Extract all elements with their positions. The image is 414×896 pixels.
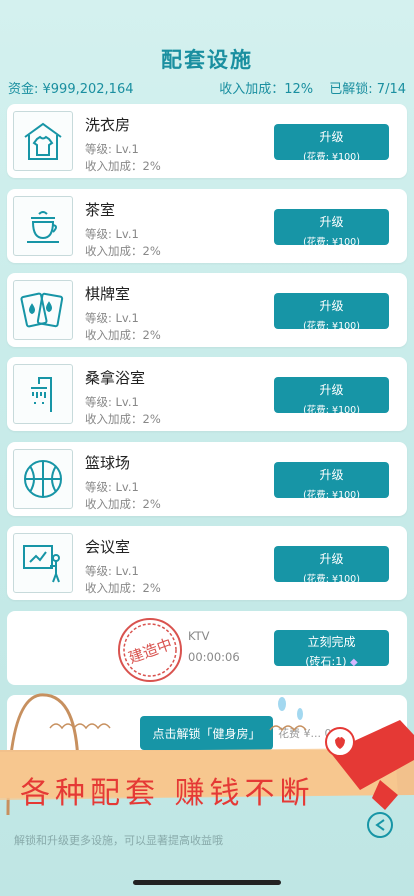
upgrade-button-sauna[interactable]: 升级 (花费: ¥100) — [274, 377, 389, 416]
upgrade-cost: (花费: ¥100) — [303, 152, 360, 163]
finish-now-button[interactable]: 立刻完成 (砖石:1) ◆ — [274, 630, 389, 669]
finish-cost: (砖石:1) — [305, 655, 347, 668]
upgrade-button-meeting[interactable]: 升级 (花费: ¥100) — [274, 546, 389, 585]
facility-income: 收入加成：2% — [85, 412, 161, 426]
facility-name: 棋牌室 — [85, 285, 131, 303]
facility-name: 洗衣房 — [85, 116, 131, 134]
gem-icon: ◆ — [350, 657, 358, 668]
income-bonus-label: 收入加成：12% — [219, 82, 314, 97]
facility-level: 等级: Lv.1 — [85, 564, 139, 578]
facility-name: 会议室 — [85, 538, 131, 556]
build-timer: 00:00:06 — [188, 650, 240, 664]
facility-name: 茶室 — [85, 201, 116, 219]
facility-level: 等级: Lv.1 — [85, 480, 139, 494]
facility-card-laundry: 洗衣房 等级: Lv.1 收入加成：2% 升级 (花费: ¥100) — [7, 104, 407, 178]
building-name: KTV — [188, 629, 210, 643]
facility-level: 等级: Lv.1 — [85, 311, 139, 325]
facility-level: 等级: Lv.1 — [85, 227, 139, 241]
shower-icon — [13, 364, 73, 424]
upgrade-label: 升级 — [319, 552, 344, 566]
facility-card-tea: 茶室 等级: Lv.1 收入加成：2% 升级 (花费: ¥100) — [7, 189, 407, 263]
facility-level: 等级: Lv.1 — [85, 395, 139, 409]
stamp-text: 建造中 — [126, 635, 174, 667]
facility-income: 收入加成：2% — [85, 497, 161, 511]
upgrade-cost: (花费: ¥100) — [303, 490, 360, 501]
upgrade-label: 升级 — [319, 299, 344, 313]
finish-label: 立刻完成 — [307, 635, 356, 649]
facility-card-basketball: 篮球场 等级: Lv.1 收入加成：2% 升级 (花费: ¥100) — [7, 442, 407, 516]
upgrade-button-laundry[interactable]: 升级 (花费: ¥100) — [274, 124, 389, 163]
footer-hint: 解锁和升级更多设施，可以显著提高收益哦 — [14, 834, 223, 847]
upgrade-cost: (花费: ¥100) — [303, 405, 360, 416]
upgrade-label: 升级 — [319, 383, 344, 397]
presentation-board-icon — [13, 533, 73, 593]
finish-cost-row: (砖石:1) ◆ — [274, 653, 389, 669]
stats-bar: 资金: ¥999,202,164 收入加成：12% 已解锁: 7/14 — [8, 78, 406, 97]
unlocked-count-label: 已解锁: 7/14 — [329, 82, 406, 97]
upgrade-cost: (花费: ¥100) — [303, 574, 360, 585]
facility-card-meeting: 会议室 等级: Lv.1 收入加成：2% 升级 (花费: ¥100) — [7, 526, 407, 600]
facility-income: 收入加成：2% — [85, 244, 161, 258]
facility-card-chess: 棋牌室 等级: Lv.1 收入加成：2% 升级 (花费: ¥100) — [7, 273, 407, 347]
facility-income: 收入加成：2% — [85, 159, 161, 173]
facility-income: 收入加成：2% — [85, 328, 161, 342]
basketball-icon — [13, 449, 73, 509]
facility-name: 桑拿浴室 — [85, 369, 146, 387]
under-construction-stamp: 建造中 — [115, 615, 185, 685]
building-card-ktv: 建造中 KTV 00:00:06 立刻完成 (砖石:1) ◆ — [7, 611, 407, 685]
promo-banner-graphic — [0, 693, 414, 838]
upgrade-label: 升级 — [319, 468, 344, 482]
upgrade-cost: (花费: ¥100) — [303, 321, 360, 332]
upgrade-button-tea[interactable]: 升级 (花费: ¥100) — [274, 209, 389, 248]
home-indicator — [133, 880, 281, 885]
facility-card-sauna: 桑拿浴室 等级: Lv.1 收入加成：2% 升级 (花费: ¥100) — [7, 357, 407, 431]
funds-label: 资金: ¥999,202,164 — [8, 82, 134, 97]
upgrade-label: 升级 — [319, 130, 344, 144]
tea-cup-icon — [13, 196, 73, 256]
promo-banner-text: 各种配套 赚钱不断 — [20, 776, 315, 811]
upgrade-button-chess[interactable]: 升级 (花费: ¥100) — [274, 293, 389, 332]
playing-cards-icon — [13, 280, 73, 340]
laundry-shirt-icon — [13, 111, 73, 171]
page-title: 配套设施 — [161, 48, 253, 72]
stats-right: 收入加成：12% 已解锁: 7/14 — [207, 78, 406, 97]
upgrade-label: 升级 — [319, 215, 344, 229]
facility-name: 篮球场 — [85, 454, 131, 472]
facility-income: 收入加成：2% — [85, 581, 161, 595]
upgrade-cost: (花费: ¥100) — [303, 237, 360, 248]
facility-level: 等级: Lv.1 — [85, 142, 139, 156]
upgrade-button-basketball[interactable]: 升级 (花费: ¥100) — [274, 462, 389, 501]
